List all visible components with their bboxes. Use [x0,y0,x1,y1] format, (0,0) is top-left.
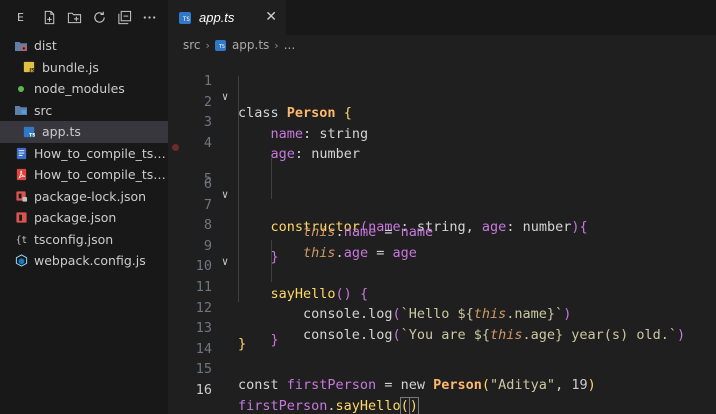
tree-item-node-modules[interactable]: node_modules [0,78,168,100]
tree-item-label: app.ts [42,124,81,140]
line-number: 16 [195,381,212,398]
tab-label: app.ts [199,10,235,25]
tree-item-webpack-config-js[interactable]: webpack.config.js [0,250,168,272]
tree-item-label: package-lock.json [34,188,147,204]
svg-text:{t: {t [15,235,26,246]
code-line: 6 this.name = name [168,157,716,240]
tree-item-how-to-compile-pdf[interactable]: How_to_compile_ts_... [0,164,168,186]
collapse-all-icon[interactable] [112,10,137,26]
svg-text:TS: TS [29,132,35,138]
code-line: 1 ∨ class Person { [168,55,716,121]
tsconfig-icon: {t [14,232,28,246]
npm-lock-icon [14,189,28,203]
node-modules-icon [14,82,28,96]
svg-text:JS: JS [28,68,35,74]
editor-tab-bar: TS app.ts ✕ [168,0,716,35]
breadcrumb-file[interactable]: app.ts [232,38,269,52]
code-line: 8 } [168,199,716,265]
editor-area: TS app.ts ✕ src › TS app.ts › ... 1 ∨ cl… [168,0,716,414]
refresh-icon[interactable] [87,10,112,26]
chevron-right-icon: › [205,38,210,52]
js-file-icon: JS [22,60,36,74]
tree-item-label: How_to_compile_ts_... [34,145,168,161]
code-line: 4 [168,116,716,151]
tree-item-bundle-js[interactable]: JS bundle.js [0,57,168,79]
tree-item-label: package.json [34,210,117,226]
tree-item-label: node_modules [34,81,125,97]
code-line: 15 const firstPerson = new Person("Adity… [168,343,716,393]
breakpoint-hint-icon[interactable] [172,144,179,152]
ts-file-icon: TS [22,125,36,139]
close-icon[interactable]: ✕ [265,10,277,24]
tree-item-label: bundle.js [42,59,99,75]
code-line: 12 } [168,281,716,348]
more-icon[interactable] [137,10,162,26]
tree-item-how-to-compile-doc[interactable]: How_to_compile_ts_... [0,143,168,165]
doc-file-icon [14,146,28,160]
code-text: firstPerson.sayHello() [238,396,419,414]
tree-item-app-ts[interactable]: TS app.ts [0,121,168,143]
code-line-active: 16 firstPerson.sayHello() [168,364,716,414]
explorer-toolbar: E [0,0,168,35]
code-line: 7 this.age = age [168,178,716,261]
ts-file-icon: TS [214,39,226,51]
folder-src-icon [14,103,28,117]
breadcrumb-folder[interactable]: src [183,38,201,52]
new-folder-icon[interactable] [62,10,87,26]
tree-item-package-json[interactable]: package.json [0,207,168,229]
tree-item-label: webpack.config.js [34,253,146,269]
chevron-right-icon: › [274,38,279,52]
code-line: 9 ∨ sayHello() { [168,219,716,302]
breadcrumb: src › TS app.ts › ... [168,35,716,55]
tree-item-dist[interactable]: dist [0,35,168,57]
code-line: 10 console.log(`Hello ${this.name}`) [168,240,716,322]
pdf-file-icon [14,168,28,182]
tree-item-label: src [34,102,53,118]
tree-item-label: dist [34,38,57,54]
code-line: 13 } [168,302,716,352]
tree-item-package-lock-json[interactable]: package-lock.json [0,186,168,208]
folder-dist-icon [14,39,28,53]
code-line: 5 ∨ constructor(name: string, age: numbe… [168,137,716,235]
npm-icon [14,211,28,225]
code-editor[interactable]: 1 ∨ class Person { 2 name: string 3 age:… [168,55,716,414]
code-line: 11 console.log(`You are ${this.age} year… [168,260,716,343]
explorer-section-title: E [17,11,24,24]
breadcrumb-symbol[interactable]: ... [284,38,295,52]
tree-item-label: How_to_compile_ts_... [34,167,168,183]
ts-file-icon: TS [179,11,191,24]
code-line: 2 name: string [168,75,716,142]
explorer-sidebar: E dist JS bundle.js node_modules src TS … [0,0,168,414]
webpack-icon [14,254,28,268]
tab-app-ts[interactable]: TS app.ts ✕ [168,0,286,35]
new-file-icon[interactable] [37,10,62,26]
tree-item-src[interactable]: src [0,100,168,122]
file-tree: dist JS bundle.js node_modules src TS ap… [0,35,168,272]
tree-item-label: tsconfig.json [34,231,114,247]
code-line: 14 [168,323,716,357]
code-line: 3 age: number [168,96,716,162]
tree-item-tsconfig-json[interactable]: {t tsconfig.json [0,229,168,251]
